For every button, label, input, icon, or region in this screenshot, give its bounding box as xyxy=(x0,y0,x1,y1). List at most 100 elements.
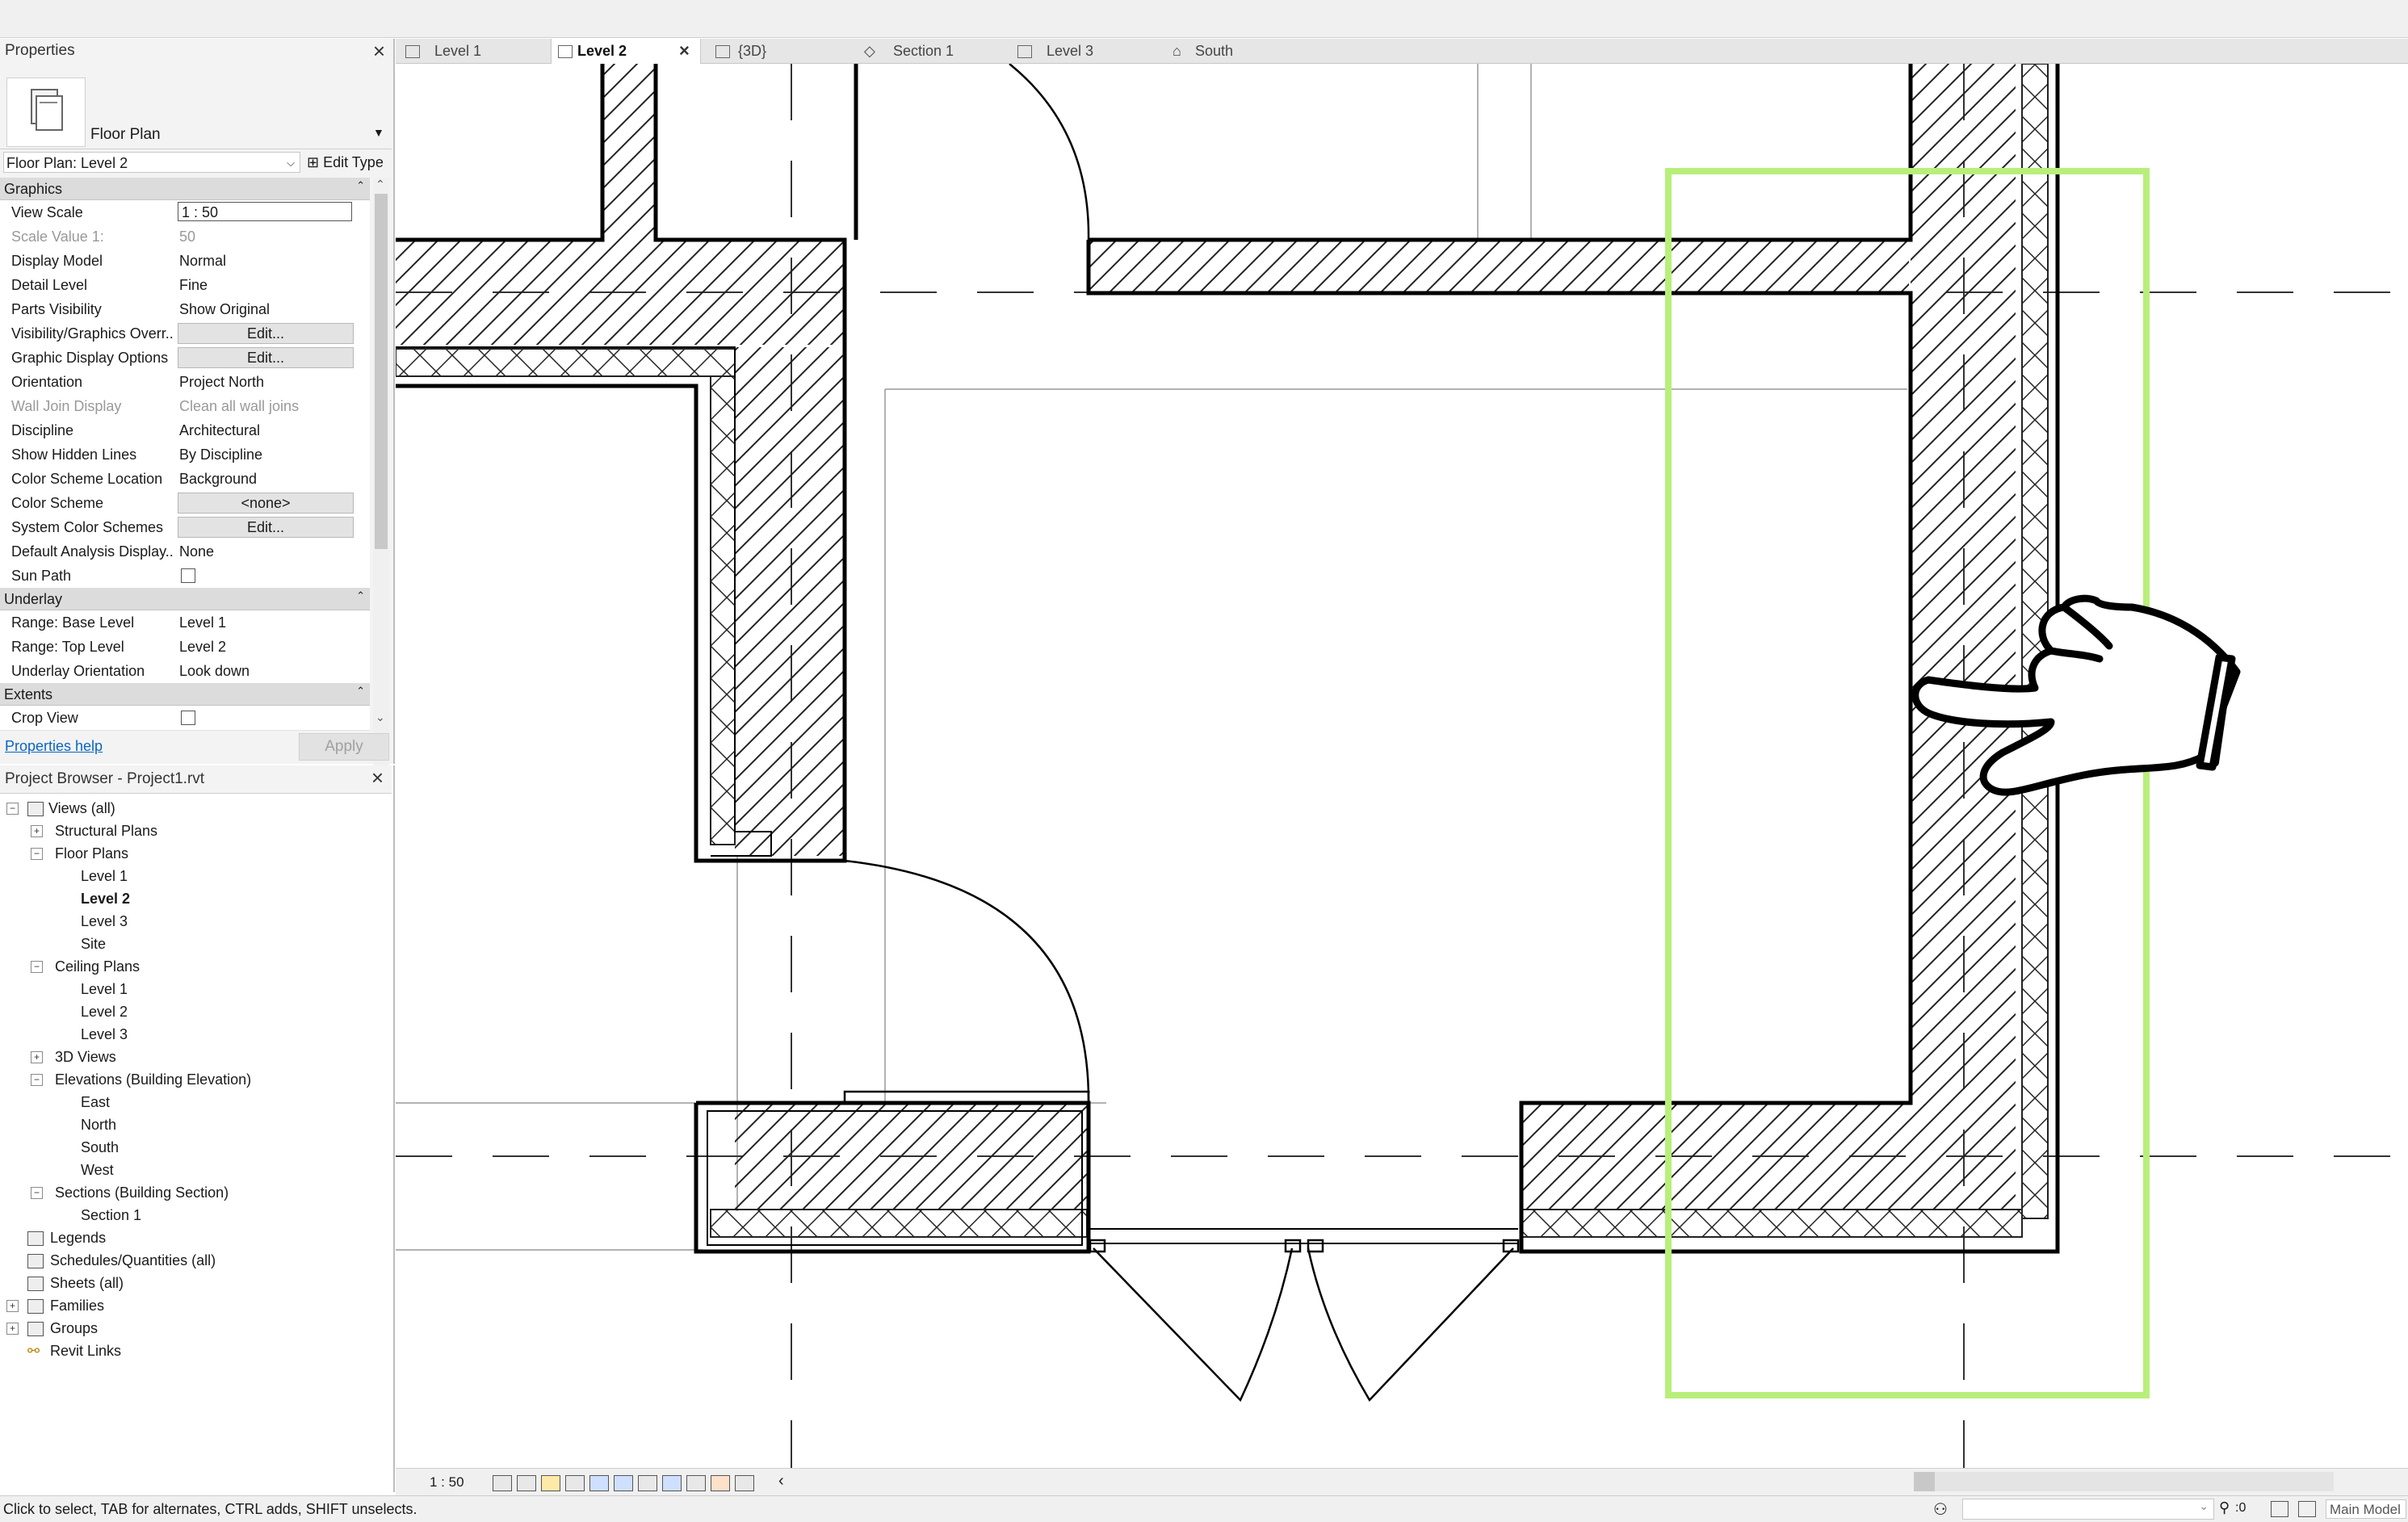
scroll-up-icon[interactable]: ⌃ xyxy=(375,178,385,191)
row-value[interactable]: None xyxy=(179,543,357,560)
reveal-hidden-icon[interactable] xyxy=(686,1475,706,1491)
tab-level-1[interactable]: Level 1 xyxy=(402,39,556,63)
edit-type-button[interactable]: ⊞ Edit Type xyxy=(307,152,391,173)
groups-icon xyxy=(27,1322,44,1336)
tree-label: Site xyxy=(81,936,107,952)
type-selector[interactable]: Floor Plan ▼ xyxy=(0,68,392,149)
tree-label: Elevations (Building Elevation) xyxy=(55,1071,252,1088)
selection-count: :0 xyxy=(2235,1501,2246,1515)
row-value[interactable]: Background xyxy=(179,471,357,488)
row-value[interactable]: Level 2 xyxy=(179,639,357,656)
detail-level-icon[interactable] xyxy=(493,1475,512,1491)
row-label: Detail Level xyxy=(11,277,88,293)
section-icon: ◇ xyxy=(864,43,875,59)
graphic-display-edit-button[interactable]: Edit... xyxy=(178,347,354,368)
link-icon: ⚯ xyxy=(27,1343,40,1359)
tree-label: Sheets (all) xyxy=(50,1275,124,1291)
expand-icon[interactable]: + xyxy=(31,1051,43,1063)
row-label: Scale Value 1: xyxy=(11,229,104,245)
row-value[interactable]: Project North xyxy=(179,374,357,391)
render-icon[interactable] xyxy=(589,1475,609,1491)
view-scale-input[interactable]: 1 : 50 xyxy=(178,202,352,221)
tab-section-1[interactable]: ◇ Section 1 xyxy=(864,39,1009,63)
close-icon[interactable]: × xyxy=(371,765,384,790)
row-crop-view: Crop View xyxy=(0,706,370,731)
chevron-down-icon[interactable]: ▼ xyxy=(373,126,384,139)
scrollbar-thumb[interactable] xyxy=(375,194,388,549)
tree-label: North xyxy=(81,1117,117,1133)
tree-label: East xyxy=(81,1094,111,1110)
row-label: System Color Schemes xyxy=(11,519,164,535)
sun-path-icon[interactable] xyxy=(541,1475,560,1491)
row-value[interactable]: Normal xyxy=(179,253,357,270)
tree-label: Views (all) xyxy=(48,800,115,816)
crop-region-icon[interactable] xyxy=(638,1475,657,1491)
shadows-icon[interactable] xyxy=(565,1475,585,1491)
editable-only-icon[interactable] xyxy=(2271,1501,2288,1517)
group-extents[interactable]: Extents ⌃ xyxy=(0,683,370,706)
collapse-icon[interactable]: − xyxy=(31,848,43,860)
elevation-icon: ⌂ xyxy=(1173,43,1181,59)
view-scale-button[interactable]: 1 : 50 xyxy=(430,1474,464,1491)
row-value[interactable]: Level 1 xyxy=(179,614,357,631)
system-color-edit-button[interactable]: Edit... xyxy=(178,517,354,538)
temp-hide-icon[interactable] xyxy=(662,1475,682,1491)
row-value[interactable]: Show Original xyxy=(179,301,357,318)
scrollbar-thumb[interactable] xyxy=(1914,1472,1935,1491)
legend-icon xyxy=(27,1231,44,1246)
chevron-left-icon[interactable]: ‹ xyxy=(778,1472,784,1491)
crop-view-checkbox[interactable] xyxy=(181,711,195,725)
tab-level-2[interactable]: Level 2 × xyxy=(551,39,701,64)
row-value[interactable]: Fine xyxy=(179,277,357,294)
close-icon[interactable]: × xyxy=(373,39,385,64)
worksharing-icon[interactable]: ⚇ xyxy=(1933,1499,1948,1520)
tab-3d[interactable]: {3D} xyxy=(711,39,856,63)
group-label: Underlay xyxy=(4,591,63,607)
properties-help-link[interactable]: Properties help xyxy=(5,738,103,755)
horizontal-scrollbar[interactable] xyxy=(1914,1472,2334,1491)
collapse-icon[interactable]: − xyxy=(31,961,43,973)
temp-view-properties-icon[interactable] xyxy=(711,1475,730,1491)
analytical-model-icon[interactable] xyxy=(735,1475,754,1491)
tab-south[interactable]: ⌂ South xyxy=(1173,39,1318,63)
apply-button[interactable]: Apply xyxy=(299,733,389,761)
close-icon[interactable]: × xyxy=(679,39,690,63)
crop-view-icon[interactable] xyxy=(614,1475,633,1491)
color-scheme-button[interactable]: <none> xyxy=(178,493,354,514)
browser-header: Project Browser - Project1.rvt × xyxy=(0,765,392,794)
chevron-down-icon: ⌄ xyxy=(2199,1499,2209,1512)
design-options-icon[interactable] xyxy=(2298,1501,2316,1517)
collapse-icon[interactable]: ⌃ xyxy=(356,585,365,607)
scroll-down-icon[interactable]: ⌄ xyxy=(375,711,385,724)
row-value[interactable]: Look down xyxy=(179,663,357,680)
floor-plan-icon xyxy=(405,45,420,58)
row-color-scheme: Color Scheme <none> xyxy=(0,491,370,516)
row-value[interactable]: Architectural xyxy=(179,422,357,439)
group-graphics[interactable]: Graphics ⌃ xyxy=(0,178,370,200)
row-label: Default Analysis Display... xyxy=(11,543,173,560)
group-underlay[interactable]: Underlay ⌃ xyxy=(0,588,370,610)
expand-icon[interactable]: + xyxy=(31,825,43,837)
row-system-color-schemes: System Color Schemes Edit... xyxy=(0,515,370,540)
type-name: Floor Plan xyxy=(90,126,161,143)
design-option-selector[interactable]: Main Model xyxy=(2326,1499,2406,1519)
visual-style-icon[interactable] xyxy=(517,1475,536,1491)
collapse-icon[interactable]: − xyxy=(6,803,19,815)
filter-icon[interactable]: ⚲ xyxy=(2219,1499,2230,1516)
sheet-icon xyxy=(27,1277,44,1291)
collapse-icon[interactable]: ⌃ xyxy=(356,178,365,197)
drawing-canvas[interactable] xyxy=(395,63,2408,1469)
row-label: Range: Top Level xyxy=(11,639,124,655)
workset-selector[interactable]: ⌄ xyxy=(1962,1499,2214,1520)
vg-edit-button[interactable]: Edit... xyxy=(178,323,354,344)
expand-icon[interactable]: + xyxy=(6,1323,19,1335)
row-value[interactable]: By Discipline xyxy=(179,447,357,463)
collapse-icon[interactable]: − xyxy=(31,1187,43,1199)
expand-icon[interactable]: + xyxy=(6,1300,19,1312)
sun-path-checkbox[interactable] xyxy=(181,568,195,583)
collapse-icon[interactable]: − xyxy=(31,1074,43,1086)
tab-level-3[interactable]: Level 3 xyxy=(1017,39,1163,63)
collapse-icon[interactable]: ⌃ xyxy=(356,680,365,702)
row-hidden-lines: Show Hidden Lines By Discipline xyxy=(0,442,370,468)
view-instance-selector[interactable]: Floor Plan: Level 2 ⌵ xyxy=(3,152,300,173)
